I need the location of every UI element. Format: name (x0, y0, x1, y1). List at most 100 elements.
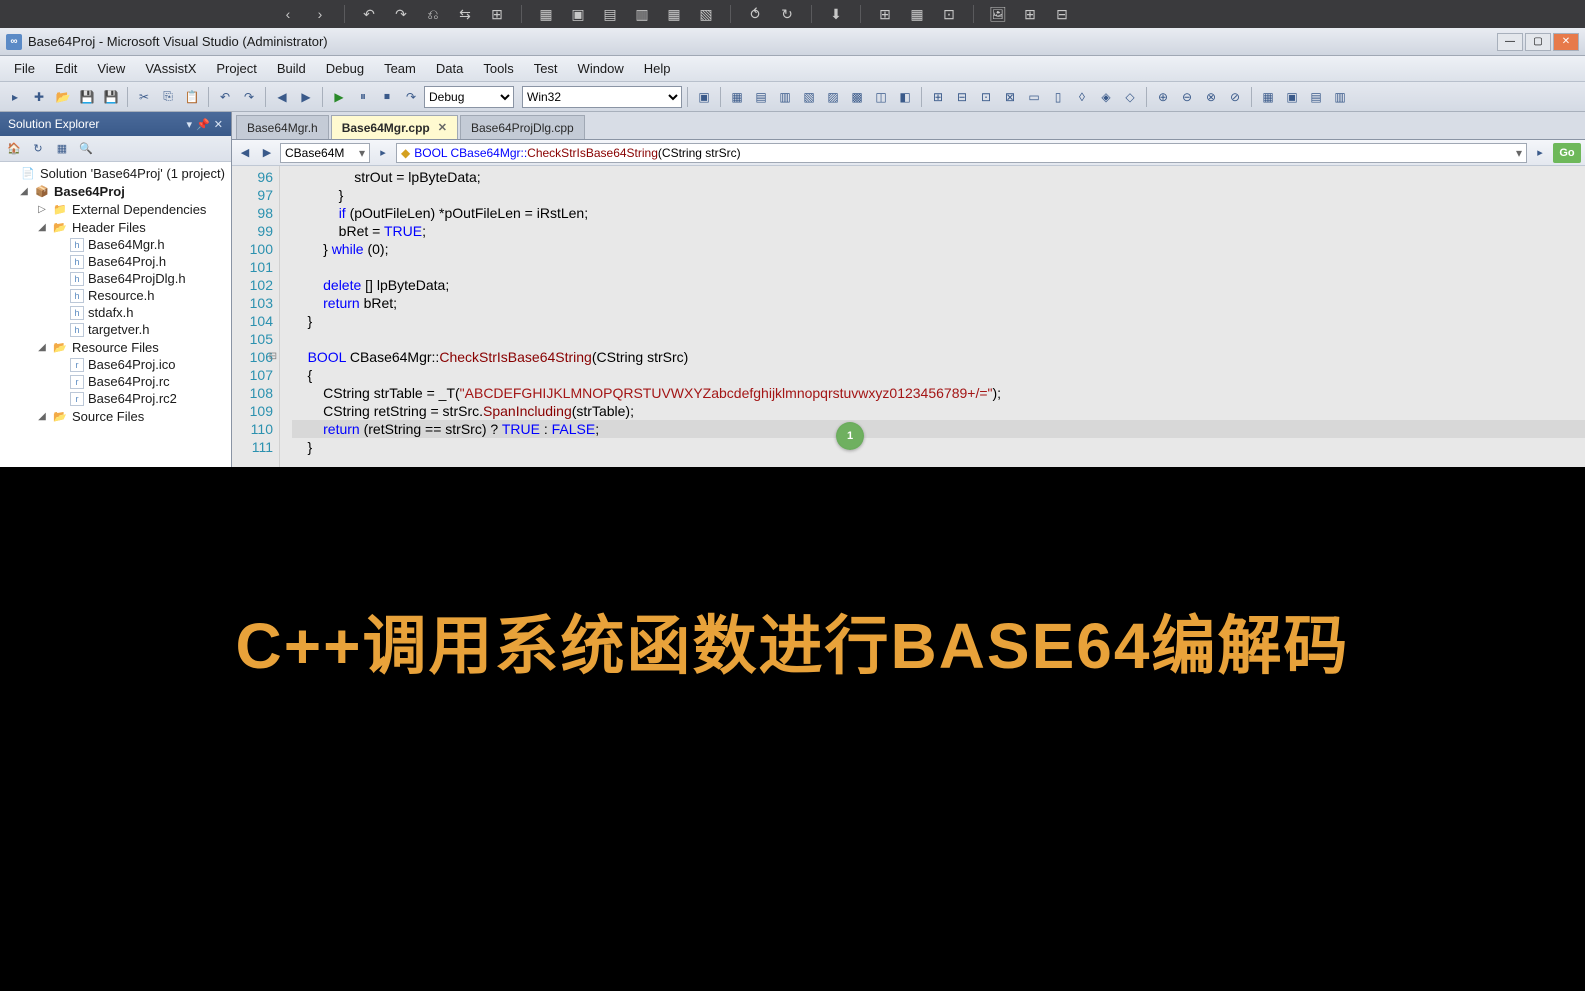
menu-build[interactable]: Build (267, 58, 316, 79)
code-line-98[interactable]: if (pOutFileLen) *pOutFileLen = iRstLen; (292, 204, 1585, 222)
tool-icon-v[interactable]: ⊘ (1224, 86, 1246, 108)
code-line-101[interactable] (292, 258, 1585, 276)
tool-icon-q[interactable]: ◈ (1095, 86, 1117, 108)
tool-icon-e[interactable]: ▧ (798, 86, 820, 108)
nav-fwd-icon[interactable]: ▶ (295, 86, 317, 108)
tool-icon-t[interactable]: ⊖ (1176, 86, 1198, 108)
layout-icon-1[interactable]: ⊞ (873, 4, 897, 24)
paste-icon[interactable]: 📋 (181, 86, 203, 108)
go-button[interactable]: Go (1553, 143, 1581, 163)
download-icon[interactable]: ⬇ (824, 4, 848, 24)
properties-icon[interactable]: 🔍 (76, 139, 96, 159)
tool-icon-b[interactable]: ▦ (726, 86, 748, 108)
nav-right-icon[interactable]: ▶ (258, 144, 276, 162)
code-line-96[interactable]: strOut = lpByteData; (292, 168, 1585, 186)
tool-icon-1[interactable]: ⎌ (421, 4, 445, 24)
tool-icon-3[interactable]: ⊞ (485, 4, 509, 24)
code-line-110[interactable]: return (retString == strSrc) ? TRUE : FA… (292, 420, 1585, 438)
copy-icon[interactable]: ⎘ (157, 86, 179, 108)
file-base64projdlg-h[interactable]: hBase64ProjDlg.h (0, 270, 231, 287)
tab-base64mgr-h[interactable]: Base64Mgr.h (236, 115, 329, 139)
link-icon[interactable]: ⥀ (743, 4, 767, 24)
tool-icon-p[interactable]: ◊ (1071, 86, 1093, 108)
show-all-icon[interactable]: ▦ (52, 139, 72, 159)
project-node[interactable]: ◢ 📦 Base64Proj (0, 182, 231, 200)
code-line-107[interactable]: { (292, 366, 1585, 384)
new-project-icon[interactable]: ▸ (4, 86, 26, 108)
code-body[interactable]: strOut = lpByteData; } if (pOutFileLen) … (280, 166, 1585, 467)
menu-project[interactable]: Project (206, 58, 266, 79)
source-files-node[interactable]: ◢ 📂 Source Files (0, 407, 231, 425)
external-deps-node[interactable]: ▷ 📁 External Dependencies (0, 200, 231, 218)
code-line-97[interactable]: } (292, 186, 1585, 204)
img-icon-4[interactable]: ▥ (630, 4, 654, 24)
nav-left-icon[interactable]: ◀ (236, 144, 254, 162)
tool-icon-n[interactable]: ▭ (1023, 86, 1045, 108)
tool-icon-z[interactable]: ▥ (1329, 86, 1351, 108)
menu-vassistx[interactable]: VAssistX (135, 58, 206, 79)
function-combo[interactable]: ◆ BOOL CBase64Mgr::CheckStrIsBase64Strin… (396, 143, 1527, 163)
solution-tree[interactable]: 📄 Solution 'Base64Proj' (1 project) ◢ 📦 … (0, 162, 231, 467)
undo-icon[interactable]: ↶ (214, 86, 236, 108)
minimize-button[interactable]: — (1497, 33, 1523, 51)
layout-icon-2[interactable]: ▦ (905, 4, 929, 24)
tool-icon-w[interactable]: ▦ (1257, 86, 1279, 108)
pause-icon[interactable]: ⏸ (352, 86, 374, 108)
tab-close-icon[interactable]: ✕ (438, 121, 447, 134)
tool-icon-o[interactable]: ▯ (1047, 86, 1069, 108)
layout-icon-3[interactable]: ⊡ (937, 4, 961, 24)
code-line-103[interactable]: return bRet; (292, 294, 1585, 312)
resource-files-node[interactable]: ◢ 📂 Resource Files (0, 338, 231, 356)
menu-help[interactable]: Help (634, 58, 681, 79)
panel-close-icon[interactable]: ✕ (214, 118, 223, 131)
picture-icon[interactable]: 🖼 (986, 4, 1010, 24)
redo-icon[interactable]: ↷ (238, 86, 260, 108)
expander-icon[interactable]: ◢ (36, 222, 48, 233)
expander-icon[interactable]: ▷ (36, 204, 48, 215)
tool-icon-r[interactable]: ◇ (1119, 86, 1141, 108)
close-button[interactable]: ✕ (1553, 33, 1579, 51)
save-icon[interactable]: 💾 (76, 86, 98, 108)
code-line-105[interactable] (292, 330, 1585, 348)
code-line-102[interactable]: delete [] lpByteData; (292, 276, 1585, 294)
add-item-icon[interactable]: ✚ (28, 86, 50, 108)
menu-test[interactable]: Test (524, 58, 568, 79)
tool-icon-g[interactable]: ▩ (846, 86, 868, 108)
home-icon[interactable]: 🏠 (4, 139, 24, 159)
nav-back-icon[interactable]: ‹ (276, 4, 300, 24)
code-line-109[interactable]: CString retString = strSrc.SpanIncluding… (292, 402, 1585, 420)
file-base64mgr-h[interactable]: hBase64Mgr.h (0, 236, 231, 253)
grid-icon[interactable]: ⊞ (1018, 4, 1042, 24)
code-line-100[interactable]: } while (0); (292, 240, 1585, 258)
tool-icon-i[interactable]: ◧ (894, 86, 916, 108)
tool-icon-k[interactable]: ⊟ (951, 86, 973, 108)
menu-view[interactable]: View (87, 58, 135, 79)
tool-icon-l[interactable]: ⊡ (975, 86, 997, 108)
tab-base64projdlg-cpp[interactable]: Base64ProjDlg.cpp (460, 115, 585, 139)
tool-icon-m[interactable]: ⊠ (999, 86, 1021, 108)
menu-data[interactable]: Data (426, 58, 473, 79)
config-combo[interactable]: Debug (424, 86, 514, 108)
menu-window[interactable]: Window (568, 58, 634, 79)
tool-icon-j[interactable]: ⊞ (927, 86, 949, 108)
file-base64proj-ico[interactable]: rBase64Proj.ico (0, 356, 231, 373)
file-targetver-h[interactable]: htargetver.h (0, 321, 231, 338)
code-line-108[interactable]: CString strTable = _T("ABCDEFGHIJKLMNOPQ… (292, 384, 1585, 402)
menu-file[interactable]: File (4, 58, 45, 79)
save-all-icon[interactable]: 💾 (100, 86, 122, 108)
nav-extra-icon[interactable]: ▸ (1531, 144, 1549, 162)
file-base64proj-h[interactable]: hBase64Proj.h (0, 253, 231, 270)
tab-base64mgr-cpp[interactable]: Base64Mgr.cpp✕ (331, 115, 458, 139)
img-icon-1[interactable]: ▦ (534, 4, 558, 24)
refresh-icon[interactable]: ↻ (28, 139, 48, 159)
platform-combo[interactable]: Win32 (522, 86, 682, 108)
step-icon[interactable]: ↷ (400, 86, 422, 108)
tool-icon-2[interactable]: ⇆ (453, 4, 477, 24)
open-icon[interactable]: 📂 (52, 86, 74, 108)
tool-icon-y[interactable]: ▤ (1305, 86, 1327, 108)
tool-icon-h[interactable]: ◫ (870, 86, 892, 108)
tool-icon-f[interactable]: ▨ (822, 86, 844, 108)
code-line-99[interactable]: bRet = TRUE; (292, 222, 1585, 240)
menu-edit[interactable]: Edit (45, 58, 87, 79)
grid-icon-2[interactable]: ⊟ (1050, 4, 1074, 24)
